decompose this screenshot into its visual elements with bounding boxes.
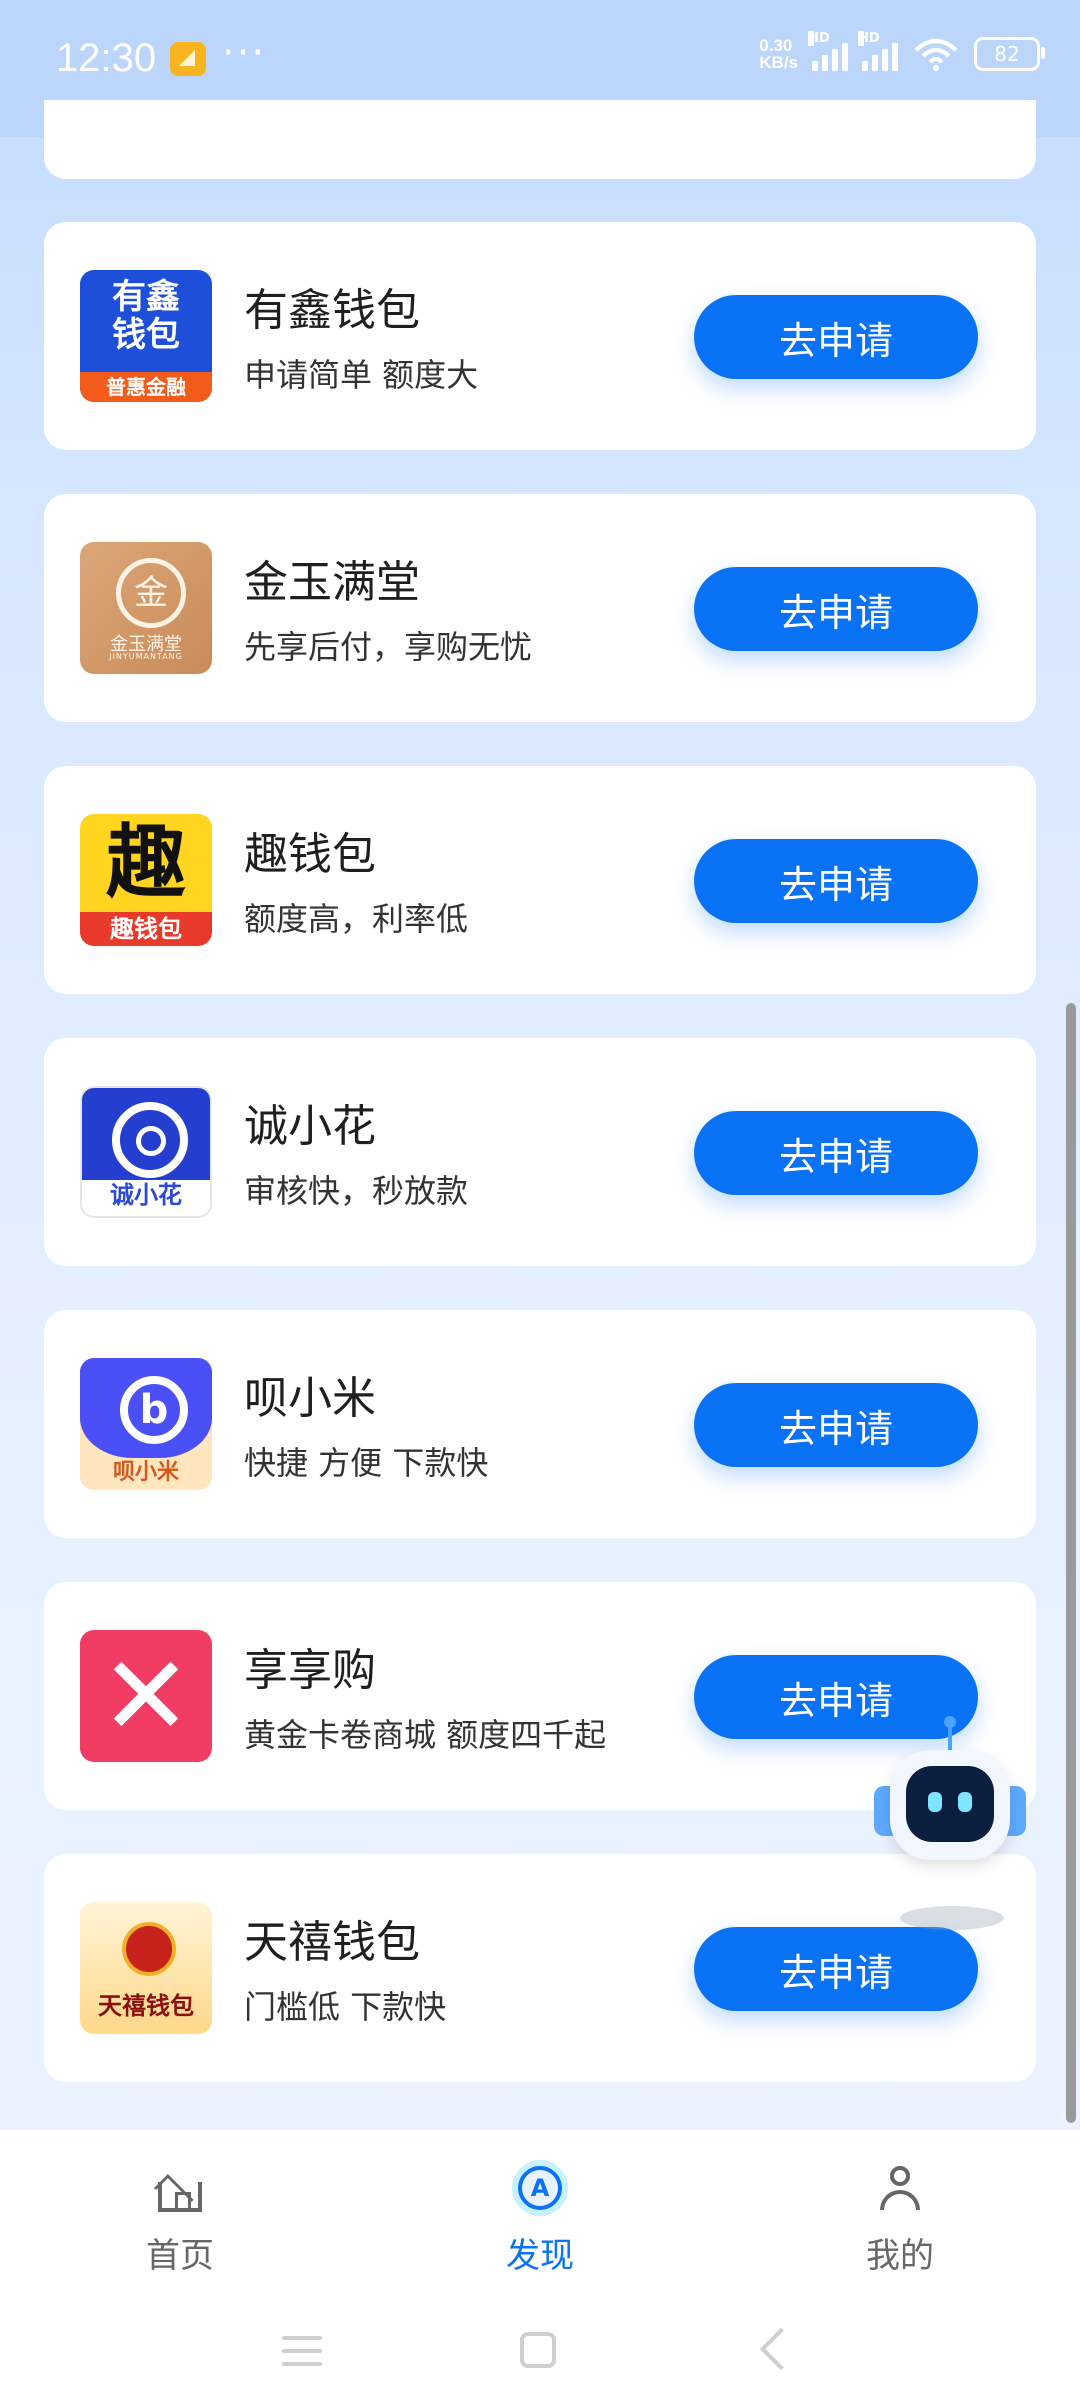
chengxiaohua-logo-icon: 诚小花 [80, 1086, 212, 1218]
more-notifications-icon: ··· [222, 30, 267, 76]
apply-button[interactable]: 去申请 [694, 1111, 978, 1195]
item-name: 享享购 [244, 1645, 376, 1696]
signal-2-icon: HD [858, 31, 898, 71]
tab-home-label: 首页 [146, 2236, 214, 2276]
notification-app-icon [170, 42, 206, 76]
youxin-wallet-logo-icon: 有鑫 钱包 普惠金融 [80, 270, 212, 402]
apply-button[interactable]: 去申请 [694, 295, 978, 379]
qu-wallet-logo-icon: 趣 趣钱包 [80, 814, 212, 946]
beixiaomi-logo-icon: b 呗小米 [80, 1358, 212, 1490]
tab-discover[interactable]: A 发现 [440, 2152, 640, 2292]
robot-assistant-icon[interactable] [870, 1716, 1030, 1880]
apply-button[interactable]: 去申请 [694, 1927, 978, 2011]
menu-icon[interactable] [282, 2336, 322, 2366]
list-item[interactable]: 有鑫 钱包 普惠金融 有鑫钱包 申请简单 额度大 去申请 [44, 222, 1036, 450]
status-time: 12:30 [56, 36, 157, 80]
item-name: 诚小花 [244, 1101, 376, 1152]
item-name: 有鑫钱包 [244, 285, 420, 336]
discover-compass-icon: A [518, 2166, 562, 2210]
wifi-icon [912, 36, 960, 72]
scrollbar[interactable] [1066, 1003, 1076, 2123]
back-icon[interactable] [759, 2327, 803, 2371]
network-speed: 0.30 KB/s [759, 36, 798, 72]
battery-icon: 82 [974, 37, 1045, 71]
tab-home[interactable]: 首页 [80, 2152, 280, 2292]
item-desc: 先享后付，享购无忧 [244, 628, 533, 666]
apply-button[interactable]: 去申请 [694, 567, 978, 651]
item-desc: 快捷 方便 下款快 [244, 1444, 489, 1482]
tab-mine-label: 我的 [866, 2236, 934, 2276]
system-nav-bar [0, 2300, 1080, 2400]
signal-1-icon: HD [808, 31, 848, 71]
apply-button[interactable]: 去申请 [694, 839, 978, 923]
list-item-partial [44, 100, 1036, 179]
robot-shadow [900, 1906, 1004, 1930]
list-item[interactable]: 金 金玉满堂 JINYUMANTANG 金玉满堂 先享后付，享购无忧 去申请 [44, 494, 1036, 722]
item-desc: 审核快，秒放款 [244, 1172, 469, 1210]
home-square-icon[interactable] [520, 2332, 556, 2368]
item-desc: 门槛低 下款快 [244, 1988, 447, 2026]
list-item[interactable]: 天禧钱包 天禧钱包 门槛低 下款快 去申请 [44, 1854, 1036, 2082]
item-name: 金玉满堂 [244, 557, 420, 608]
item-name: 天禧钱包 [244, 1917, 420, 1968]
list-item[interactable]: 诚小花 诚小花 审核快，秒放款 去申请 [44, 1038, 1036, 1266]
item-name: 趣钱包 [244, 829, 376, 880]
item-name: 呗小米 [244, 1373, 376, 1424]
item-desc: 申请简单 额度大 [244, 356, 479, 394]
profile-icon [878, 2166, 922, 2210]
jinyu-mantang-logo-icon: 金 金玉满堂 JINYUMANTANG [80, 542, 212, 674]
item-desc: 黄金卡卷商城 额度四千起 [244, 1716, 607, 1754]
home-icon [158, 2182, 202, 2212]
list-item[interactable]: 趣 趣钱包 趣钱包 额度高，利率低 去申请 [44, 766, 1036, 994]
item-desc: 额度高，利率低 [244, 900, 469, 938]
status-indicators: 0.30 KB/s HD HD 82 [759, 31, 1045, 72]
list-item[interactable]: b 呗小米 呗小米 快捷 方便 下款快 去申请 [44, 1310, 1036, 1538]
apply-button[interactable]: 去申请 [694, 1383, 978, 1467]
tianxi-wallet-logo-icon: 天禧钱包 [80, 1902, 212, 2034]
xiangxianggou-logo-icon: ✕ [80, 1630, 212, 1762]
tab-discover-label: 发现 [506, 2236, 574, 2276]
tab-mine[interactable]: 我的 [800, 2152, 1000, 2292]
